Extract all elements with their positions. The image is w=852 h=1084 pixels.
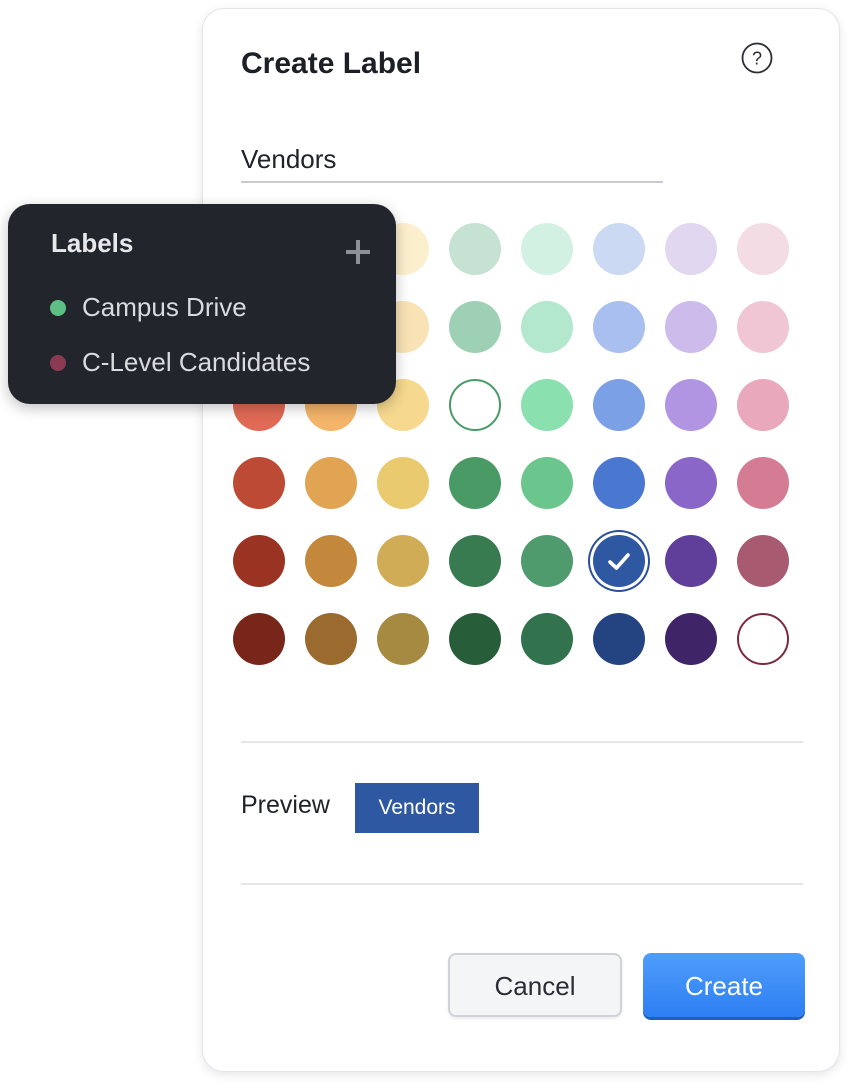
color-swatch[interactable] xyxy=(665,457,717,509)
color-swatch[interactable] xyxy=(305,613,357,665)
color-swatch[interactable] xyxy=(449,379,501,431)
color-swatch[interactable] xyxy=(449,223,501,275)
label-name-input[interactable] xyxy=(241,137,663,183)
create-label-dialog: Create Label ? Preview Vendors Cancel Cr… xyxy=(202,8,840,1072)
color-swatch[interactable] xyxy=(737,457,789,509)
color-swatch[interactable] xyxy=(737,379,789,431)
preview-chip: Vendors xyxy=(355,783,479,833)
color-swatch-selected[interactable] xyxy=(593,535,645,587)
color-swatch[interactable] xyxy=(737,613,789,665)
svg-text:?: ? xyxy=(752,49,762,69)
labels-title: Labels xyxy=(51,228,134,258)
label-color-dot xyxy=(50,300,66,316)
label-item-text: C-Level Candidates xyxy=(82,347,311,377)
color-swatch[interactable] xyxy=(665,535,717,587)
color-swatch[interactable] xyxy=(665,223,717,275)
color-swatch[interactable] xyxy=(449,535,501,587)
create-button[interactable]: Create xyxy=(643,953,805,1017)
color-swatch[interactable] xyxy=(737,301,789,353)
color-swatch[interactable] xyxy=(521,535,573,587)
label-color-dot xyxy=(50,355,66,371)
label-item-campus-drive[interactable]: Campus Drive xyxy=(50,290,370,326)
label-item-text: Campus Drive xyxy=(82,292,247,322)
color-swatch[interactable] xyxy=(233,613,285,665)
divider-bottom xyxy=(241,883,803,885)
color-swatch[interactable] xyxy=(521,301,573,353)
cancel-button[interactable]: Cancel xyxy=(448,953,622,1017)
color-swatch[interactable] xyxy=(665,613,717,665)
plus-icon[interactable] xyxy=(344,238,372,266)
color-swatch[interactable] xyxy=(305,535,357,587)
color-swatch[interactable] xyxy=(521,223,573,275)
color-swatch[interactable] xyxy=(665,379,717,431)
color-swatch[interactable] xyxy=(593,457,645,509)
color-swatch[interactable] xyxy=(593,301,645,353)
color-swatch[interactable] xyxy=(521,379,573,431)
color-swatch[interactable] xyxy=(593,223,645,275)
preview-label: Preview xyxy=(241,791,330,819)
color-swatch[interactable] xyxy=(233,457,285,509)
color-swatch[interactable] xyxy=(377,457,429,509)
color-swatch[interactable] xyxy=(737,223,789,275)
check-icon xyxy=(608,553,630,570)
divider-top xyxy=(241,741,803,743)
color-swatch[interactable] xyxy=(305,457,357,509)
color-swatch[interactable] xyxy=(521,613,573,665)
color-swatch[interactable] xyxy=(449,457,501,509)
dialog-title: Create Label xyxy=(241,47,422,80)
color-swatch[interactable] xyxy=(377,613,429,665)
labels-popover: Labels Campus Drive C-Level Candidates xyxy=(8,204,396,404)
color-swatch[interactable] xyxy=(737,535,789,587)
question-circle-icon[interactable]: ? xyxy=(741,42,773,74)
color-swatch[interactable] xyxy=(233,535,285,587)
color-swatch[interactable] xyxy=(593,613,645,665)
color-swatch[interactable] xyxy=(449,613,501,665)
color-swatch[interactable] xyxy=(665,301,717,353)
color-swatch[interactable] xyxy=(377,535,429,587)
label-item-c-level-candidates[interactable]: C-Level Candidates xyxy=(50,345,370,381)
color-swatch[interactable] xyxy=(593,379,645,431)
color-swatch[interactable] xyxy=(521,457,573,509)
color-swatch[interactable] xyxy=(449,301,501,353)
